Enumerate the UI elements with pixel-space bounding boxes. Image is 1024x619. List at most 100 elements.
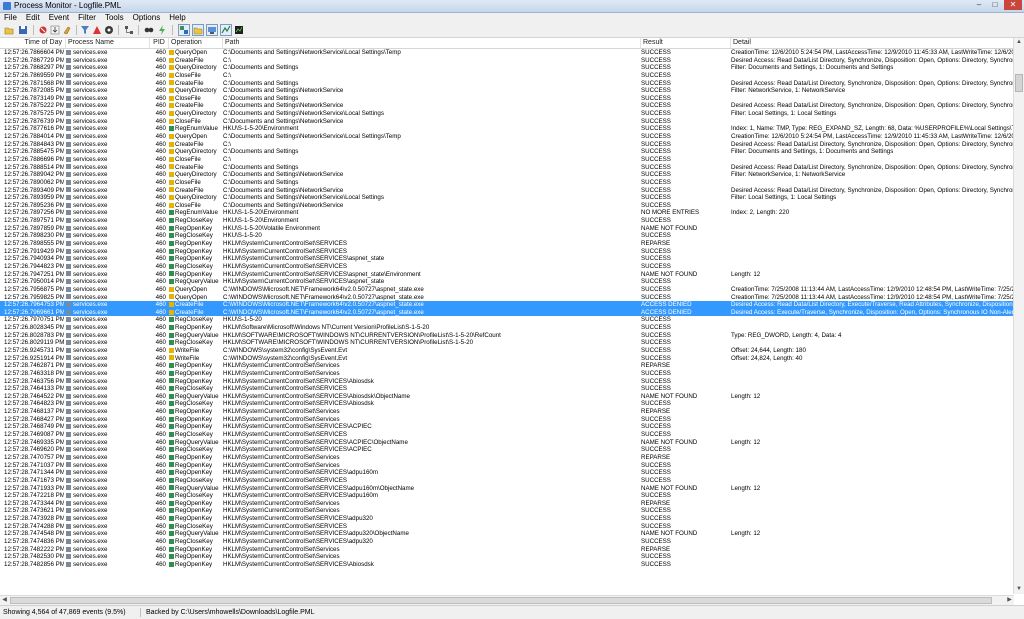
menu-help[interactable]: Help xyxy=(169,13,185,23)
highlight-icon[interactable] xyxy=(92,25,102,35)
table-row[interactable]: 12:57:28.7473621 PM services.exe 460 RegOpe… xyxy=(0,507,1014,515)
table-row[interactable]: 12:57:28.7469620 PM services.exe 460 RegClo… xyxy=(0,446,1014,454)
process-activity-icon[interactable] xyxy=(220,24,232,36)
save-icon[interactable] xyxy=(18,25,28,35)
menu-file[interactable]: File xyxy=(4,13,17,23)
horizontal-scroll-thumb[interactable] xyxy=(10,597,992,604)
table-row[interactable]: 12:57:26.7893959 PM services.exe 460 QueryD… xyxy=(0,194,1014,202)
table-row[interactable]: 12:57:26.7885475 PM services.exe 460 QueryD… xyxy=(0,148,1014,156)
col-path[interactable]: Path xyxy=(223,38,641,48)
filesystem-activity-icon[interactable] xyxy=(192,24,204,36)
table-row[interactable]: 12:57:26.7869559 PM services.exe 460 CloseF… xyxy=(0,72,1014,80)
table-row[interactable]: 12:57:26.7944823 PM services.exe 460 RegClo… xyxy=(0,263,1014,271)
table-row[interactable]: 12:57:28.7482222 PM services.exe 460 RegOpe… xyxy=(0,546,1014,554)
minimize-button[interactable]: – xyxy=(972,0,986,10)
table-row[interactable]: 12:57:26.7871568 PM services.exe 460 Create… xyxy=(0,80,1014,88)
network-activity-icon[interactable] xyxy=(206,24,218,36)
table-row[interactable]: 12:57:26.7868297 PM services.exe 460 QueryD… xyxy=(0,64,1014,72)
table-row[interactable]: 12:57:28.7463318 PM services.exe 460 RegOpe… xyxy=(0,370,1014,378)
table-row[interactable]: 12:57:26.7873149 PM services.exe 460 CloseF… xyxy=(0,95,1014,103)
col-time-of-day[interactable]: Time of Day xyxy=(0,38,66,48)
table-row[interactable]: 12:57:26.7867729 PM services.exe 460 Create… xyxy=(0,57,1014,65)
table-row[interactable]: 12:57:28.7474288 PM services.exe 460 RegClo… xyxy=(0,523,1014,531)
scroll-left-icon[interactable]: ◀ xyxy=(0,596,9,605)
table-row[interactable]: 12:57:26.7898555 PM services.exe 460 RegOpe… xyxy=(0,240,1014,248)
table-row[interactable]: 12:57:26.7876739 PM services.exe 460 CloseF… xyxy=(0,118,1014,126)
close-button[interactable]: ✕ xyxy=(1004,0,1022,10)
col-pid[interactable]: PID xyxy=(150,38,169,48)
table-row[interactable]: 12:57:26.7875725 PM services.exe 460 QueryD… xyxy=(0,110,1014,118)
table-row[interactable]: 12:57:26.7959825 PM services.exe 460 QueryO… xyxy=(0,294,1014,302)
col-detail[interactable]: Detail xyxy=(731,38,1014,48)
table-row[interactable]: 12:57:26.7950014 PM services.exe 460 RegQue… xyxy=(0,278,1014,286)
table-row[interactable]: 12:57:28.7482530 PM services.exe 460 RegOpe… xyxy=(0,553,1014,561)
menu-filter[interactable]: Filter xyxy=(78,13,96,23)
table-row[interactable]: 12:57:26.7956875 PM services.exe 460 QueryO… xyxy=(0,286,1014,294)
table-row[interactable]: 12:57:28.7473344 PM services.exe 460 RegOpe… xyxy=(0,500,1014,508)
table-row[interactable]: 12:57:28.7464133 PM services.exe 460 RegClo… xyxy=(0,385,1014,393)
profiling-events-icon[interactable] xyxy=(234,25,244,35)
table-row[interactable]: 12:57:26.7872085 PM services.exe 460 QueryD… xyxy=(0,87,1014,95)
table-row[interactable]: 12:57:28.7468749 PM services.exe 460 RegOpe… xyxy=(0,423,1014,431)
table-row[interactable]: 12:57:28.7471344 PM services.exe 460 RegOpe… xyxy=(0,469,1014,477)
table-row[interactable]: 12:57:28.7469335 PM services.exe 460 RegQue… xyxy=(0,439,1014,447)
registry-activity-icon[interactable] xyxy=(178,24,190,36)
scroll-right-icon[interactable]: ▶ xyxy=(1005,596,1014,605)
table-row[interactable]: 12:57:28.7469087 PM services.exe 460 RegClo… xyxy=(0,431,1014,439)
table-row[interactable]: 12:57:26.7897256 PM services.exe 460 RegEnu… xyxy=(0,209,1014,217)
table-row[interactable]: 12:57:28.7464823 PM services.exe 460 RegClo… xyxy=(0,400,1014,408)
menu-options[interactable]: Options xyxy=(133,13,161,23)
table-row[interactable]: 12:57:26.8028783 PM services.exe 460 RegQue… xyxy=(0,332,1014,340)
table-row[interactable]: 12:57:26.7875222 PM services.exe 460 Create… xyxy=(0,102,1014,110)
table-row[interactable]: 12:57:26.7919429 PM services.exe 460 RegOpe… xyxy=(0,248,1014,256)
table-row[interactable]: 12:57:28.7471673 PM services.exe 460 RegClo… xyxy=(0,477,1014,485)
capture-icon[interactable] xyxy=(38,25,48,35)
vertical-scrollbar[interactable]: ▲ ▼ xyxy=(1013,38,1024,594)
col-process-name[interactable]: Process Name xyxy=(66,38,150,48)
table-row[interactable]: 12:57:28.7468137 PM services.exe 460 RegOpe… xyxy=(0,408,1014,416)
table-row[interactable]: 12:57:28.7482856 PM services.exe 460 RegOpe… xyxy=(0,561,1014,569)
jump-to-icon[interactable] xyxy=(157,25,167,35)
table-row[interactable]: 12:57:28.7471933 PM services.exe 460 RegQue… xyxy=(0,485,1014,493)
table-row[interactable]: 12:57:28.7474548 PM services.exe 460 RegQue… xyxy=(0,530,1014,538)
table-row[interactable]: 12:57:26.7884843 PM services.exe 460 Create… xyxy=(0,141,1014,149)
table-row[interactable]: 12:57:28.7463756 PM services.exe 460 RegOpe… xyxy=(0,378,1014,386)
table-row[interactable]: 12:57:28.7472218 PM services.exe 460 RegClo… xyxy=(0,492,1014,500)
table-row[interactable]: 12:57:26.7964753 PM services.exe 460 Create… xyxy=(0,301,1014,309)
table-row[interactable]: 12:57:26.9251914 PM services.exe 460 WriteF… xyxy=(0,355,1014,363)
autoscroll-icon[interactable] xyxy=(50,25,60,35)
horizontal-scrollbar[interactable]: ◀ ▶ xyxy=(0,595,1014,605)
table-row[interactable]: 12:57:26.7886696 PM services.exe 460 CloseF… xyxy=(0,156,1014,164)
table-row[interactable]: 12:57:26.8028345 PM services.exe 460 RegOpe… xyxy=(0,324,1014,332)
table-row[interactable]: 12:57:26.7898230 PM services.exe 460 RegClo… xyxy=(0,232,1014,240)
table-row[interactable]: 12:57:28.7474836 PM services.exe 460 RegClo… xyxy=(0,538,1014,546)
table-row[interactable]: 12:57:26.7893409 PM services.exe 460 Create… xyxy=(0,187,1014,195)
table-row[interactable]: 12:57:26.7970751 PM services.exe 460 RegClo… xyxy=(0,316,1014,324)
menu-edit[interactable]: Edit xyxy=(26,13,40,23)
table-row[interactable]: 12:57:26.7897571 PM services.exe 460 RegClo… xyxy=(0,217,1014,225)
table-row[interactable]: 12:57:28.7473928 PM services.exe 460 RegOpe… xyxy=(0,515,1014,523)
table-row[interactable]: 12:57:26.7897859 PM services.exe 460 RegOpe… xyxy=(0,225,1014,233)
table-row[interactable]: 12:57:26.9245731 PM services.exe 460 WriteF… xyxy=(0,347,1014,355)
table-row[interactable]: 12:57:26.8029119 PM services.exe 460 RegClo… xyxy=(0,339,1014,347)
table-row[interactable]: 12:57:28.7468427 PM services.exe 460 RegOpe… xyxy=(0,416,1014,424)
process-tree-icon[interactable] xyxy=(124,25,134,35)
col-operation[interactable]: Operation xyxy=(169,38,223,48)
table-row[interactable]: 12:57:26.7884014 PM services.exe 460 QueryO… xyxy=(0,133,1014,141)
open-icon[interactable] xyxy=(4,25,14,35)
table-row[interactable]: 12:57:26.7969661 PM services.exe 460 Create… xyxy=(0,308,1014,317)
table-row[interactable]: 12:57:26.7890062 PM services.exe 460 CloseF… xyxy=(0,179,1014,187)
col-result[interactable]: Result xyxy=(641,38,731,48)
table-row[interactable]: 12:57:28.7471037 PM services.exe 460 RegOpe… xyxy=(0,462,1014,470)
include-process-icon[interactable] xyxy=(104,25,114,35)
table-row[interactable]: 12:57:26.7866604 PM services.exe 460 QueryO… xyxy=(0,49,1014,57)
table-row[interactable]: 12:57:28.7464522 PM services.exe 460 RegQue… xyxy=(0,393,1014,401)
table-row[interactable]: 12:57:28.7470757 PM services.exe 460 RegOpe… xyxy=(0,454,1014,462)
clear-icon[interactable] xyxy=(62,25,72,35)
table-row[interactable]: 12:57:26.7895236 PM services.exe 460 CloseF… xyxy=(0,202,1014,210)
table-row[interactable]: 12:57:26.7940934 PM services.exe 460 RegOpe… xyxy=(0,255,1014,263)
table-row[interactable]: 12:57:26.7889042 PM services.exe 460 QueryD… xyxy=(0,171,1014,179)
scroll-down-icon[interactable]: ▼ xyxy=(1014,585,1024,594)
table-row[interactable]: 12:57:26.7877616 PM services.exe 460 RegEnu… xyxy=(0,125,1014,133)
filter-icon[interactable] xyxy=(80,25,90,35)
